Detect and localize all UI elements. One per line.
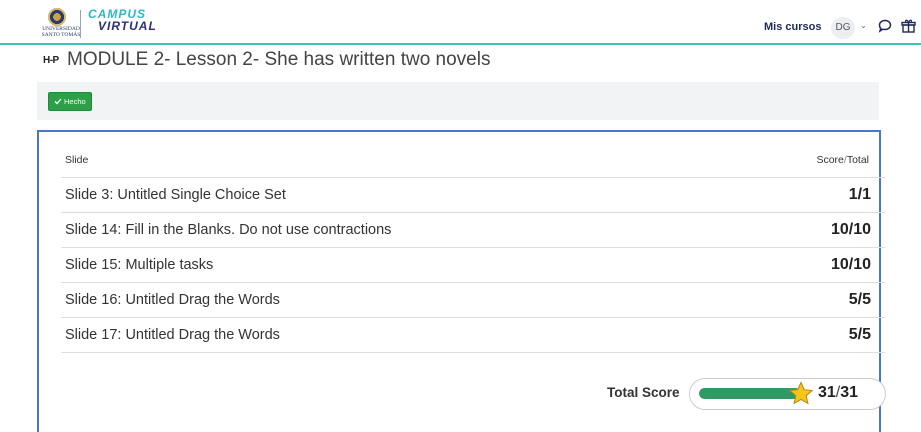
total-score-max: 31 — [840, 384, 859, 401]
total-score-value: 31/31 — [818, 384, 858, 402]
table-row: Slide 14: Fill in the Blanks. Do not use… — [61, 212, 885, 247]
results-table: Slide Score/Total Slide 3: Untitled Sing… — [61, 144, 885, 353]
slide-title: Slide 16: Untitled Drag the Words — [65, 291, 280, 308]
university-seal-icon — [48, 8, 66, 26]
slide-title: Slide 14: Fill in the Blanks. Do not use… — [65, 221, 392, 238]
star-icon — [788, 381, 814, 411]
done-badge-label: Hecho — [64, 97, 86, 106]
activity-completion-bar: Hecho — [37, 82, 879, 120]
slide-score: 1/1 — [848, 185, 871, 203]
messages-icon[interactable] — [878, 19, 892, 38]
table-row: Slide 15: Multiple tasks 10/10 — [61, 247, 885, 282]
notifications-icon[interactable] — [901, 18, 916, 39]
university-logo[interactable]: UNIVERSIDAD SANTO TOMÁS — [36, 8, 86, 38]
slide-score: 10/10 — [830, 255, 871, 273]
slide-title: Slide 15: Multiple tasks — [65, 256, 214, 273]
results-header-row: Slide Score/Total — [61, 144, 885, 177]
total-score-progress-fill — [699, 388, 801, 399]
table-row: Slide 17: Untitled Drag the Words 5/5 — [61, 317, 885, 352]
table-row: Slide 3: Untitled Single Choice Set 1/1 — [61, 177, 885, 212]
campus-virtual-logo[interactable]: CAMPUS VIRTUAL — [88, 8, 157, 32]
campus-logo-line2: VIRTUAL — [98, 19, 157, 33]
slide-title: Slide 3: Untitled Single Choice Set — [65, 186, 286, 203]
slide-score: 10/10 — [830, 220, 871, 238]
done-badge[interactable]: Hecho — [48, 92, 92, 111]
page-title: MODULE 2- Lesson 2- She has written two … — [67, 49, 491, 70]
h5p-icon: H-P — [43, 55, 59, 66]
university-name: UNIVERSIDAD SANTO TOMÁS — [36, 26, 86, 38]
top-navbar: UNIVERSIDAD SANTO TOMÁS CAMPUS VIRTUAL M… — [0, 0, 921, 45]
total-score-achieved: 31 — [818, 384, 836, 401]
total-score-progress-bar — [699, 388, 801, 399]
my-courses-link[interactable]: Mis cursos — [764, 21, 821, 33]
column-header-score: Score/Total — [742, 144, 885, 177]
slide-title: Slide 17: Untitled Drag the Words — [65, 326, 280, 343]
slide-score: 5/5 — [848, 325, 871, 343]
column-header-score-label: Score — [816, 154, 844, 167]
column-header-total-label: Total — [846, 154, 869, 167]
user-avatar[interactable]: DG — [831, 17, 855, 39]
total-score-widget: 31/31 — [689, 378, 886, 410]
check-icon — [54, 98, 62, 105]
slide-score: 5/5 — [848, 290, 871, 308]
logo-divider — [80, 10, 81, 38]
total-score-label: Total Score — [607, 385, 680, 400]
h5p-content-frame: Slide Score/Total Slide 3: Untitled Sing… — [37, 130, 886, 432]
user-menu-caret-icon[interactable]: ⌄ — [860, 21, 867, 30]
column-header-slide: Slide — [65, 154, 89, 167]
table-row: Slide 16: Untitled Drag the Words 5/5 — [61, 282, 885, 317]
university-name-line2: SANTO TOMÁS — [41, 32, 81, 38]
